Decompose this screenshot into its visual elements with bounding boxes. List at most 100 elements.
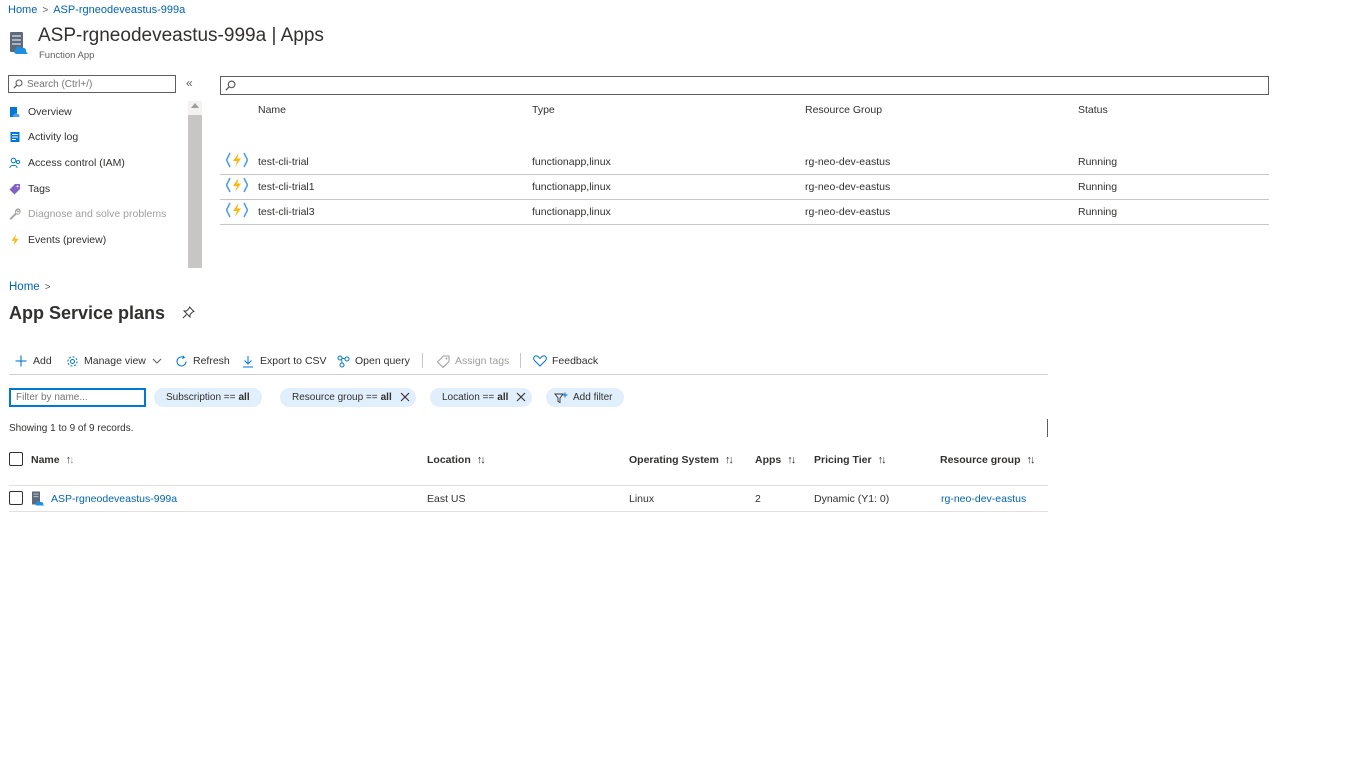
app-status: Running [1078, 181, 1118, 193]
asp-name-link[interactable]: ASP-rgneodeveastus-999a [51, 493, 177, 505]
pill-value: all [380, 392, 392, 403]
scroll-up-icon[interactable] [191, 103, 199, 108]
column-label: Location [427, 454, 471, 466]
open-query-button[interactable]: Open query [336, 352, 410, 370]
pin-icon[interactable] [182, 306, 195, 324]
asp-col-name[interactable]: Name ↑↓ [31, 454, 75, 466]
asp-col-apps[interactable]: Apps ↑↓ [755, 454, 796, 466]
breadcrumb-home-link[interactable]: Home [9, 281, 40, 293]
close-icon[interactable] [400, 390, 410, 405]
sidebar-item-events[interactable]: Events (preview) [8, 230, 106, 250]
feedback-button[interactable]: Feedback [533, 352, 598, 370]
breadcrumb-home-link[interactable]: Home [8, 4, 37, 16]
asp-apps-count: 2 [755, 493, 761, 505]
download-icon [241, 354, 255, 368]
sidebar-item-activity-log[interactable]: Activity log [8, 127, 78, 147]
filter-pill-subscription[interactable]: Subscription == all [154, 388, 262, 407]
filter-by-name-input[interactable] [16, 392, 138, 403]
column-label: Name [31, 454, 60, 466]
asp-pricing-tier: Dynamic (Y1: 0) [814, 493, 890, 505]
manage-view-label: Manage view [84, 355, 146, 367]
asp-os: Linux [629, 493, 655, 505]
column-label: Resource group [940, 454, 1021, 466]
app-resource-group: rg-neo-dev-eastus [805, 206, 891, 218]
app-type: functionapp,linux [532, 206, 611, 218]
sidebar-item-diagnose[interactable]: Diagnose and solve problems [8, 204, 166, 224]
app-name[interactable]: test-cli-trial1 [258, 181, 315, 193]
table-row[interactable]: test-cli-trial1 functionapp,linux rg-neo… [220, 175, 1269, 200]
apps-col-type[interactable]: Type [532, 104, 555, 116]
breadcrumb-bottom: Home > [9, 281, 56, 293]
function-app-icon [225, 202, 249, 223]
app-service-plan-icon [31, 491, 45, 511]
sort-icon: ↑↓ [1026, 454, 1036, 466]
collapse-sidebar-button[interactable]: « [186, 76, 193, 90]
refresh-label: Refresh [193, 355, 230, 367]
select-all-checkbox[interactable] [9, 452, 23, 466]
manage-view-button[interactable]: Manage view [65, 352, 162, 370]
export-csv-label: Export to CSV [260, 355, 327, 367]
close-icon[interactable] [516, 390, 526, 405]
resource-name: ASP-rgneodeveastus-999a [38, 25, 267, 46]
table-row[interactable]: test-cli-trial3 functionapp,linux rg-neo… [220, 200, 1269, 225]
app-name[interactable]: test-cli-trial3 [258, 206, 315, 218]
sidebar-item-label: Access control (IAM) [28, 157, 125, 169]
table-row[interactable]: test-cli-trial functionapp,linux rg-neo-… [220, 150, 1269, 175]
breadcrumb-top: Home > ASP-rgneodeveastus-999a [8, 4, 185, 16]
apps-col-status[interactable]: Status [1078, 104, 1108, 116]
sidebar-item-label: Events (preview) [28, 234, 107, 246]
asp-location: East US [427, 493, 466, 505]
sidebar-item-tags[interactable]: Tags [8, 179, 50, 199]
tag-icon [8, 182, 22, 196]
sidebar-search-input[interactable] [27, 78, 167, 90]
asp-col-os[interactable]: Operating System ↑↓ [629, 454, 734, 466]
filter-pill-location[interactable]: Location == all [430, 388, 533, 407]
toolbar-underline [9, 374, 1048, 375]
asp-col-resource-group[interactable]: Resource group ↑↓ [940, 454, 1036, 466]
page-title: ASP-rgneodeveastus-999a | Apps [38, 25, 324, 47]
assign-tags-button[interactable]: Assign tags [436, 352, 509, 370]
add-button[interactable]: Add [14, 352, 52, 370]
app-type: functionapp,linux [532, 181, 611, 193]
row-checkbox[interactable] [9, 491, 23, 505]
apps-filter-input[interactable] [240, 80, 1240, 91]
gear-icon [65, 354, 79, 368]
plus-icon [14, 354, 28, 368]
filter-by-name-box[interactable] [9, 388, 146, 407]
asp-col-pricing-tier[interactable]: Pricing Tier ↑↓ [814, 454, 887, 466]
search-icon [225, 80, 236, 91]
blade-section: Apps [280, 25, 324, 46]
toolbar-divider [422, 353, 423, 368]
breadcrumb-chevron-icon: > [42, 5, 49, 16]
row-divider [9, 511, 1048, 512]
sort-icon: ↑↓ [724, 454, 734, 466]
sidebar-scrollbar[interactable] [188, 101, 202, 268]
sidebar-item-label: Overview [28, 106, 72, 118]
breadcrumb-current-link[interactable]: ASP-rgneodeveastus-999a [53, 4, 185, 16]
app-type: functionapp,linux [532, 156, 611, 168]
sidebar-search-box[interactable] [8, 75, 176, 93]
sidebar-item-label: Diagnose and solve problems [28, 208, 167, 220]
query-icon [336, 354, 350, 368]
asp-col-location[interactable]: Location ↑↓ [427, 454, 486, 466]
heart-icon [533, 354, 547, 368]
export-csv-button[interactable]: Export to CSV [241, 352, 327, 370]
search-icon [13, 79, 23, 89]
sort-icon: ↑↓ [65, 454, 75, 466]
table-row[interactable]: ASP-rgneodeveastus-999a East US Linux 2 … [9, 486, 1048, 511]
apps-col-resource-group[interactable]: Resource Group [805, 104, 882, 116]
app-name[interactable]: test-cli-trial [258, 156, 309, 168]
sidebar-item-overview[interactable]: Overview [8, 102, 72, 122]
refresh-button[interactable]: Refresh [174, 352, 230, 370]
sidebar-item-access-control[interactable]: Access control (IAM) [8, 153, 125, 173]
asp-resource-group-link[interactable]: rg-neo-dev-eastus [941, 493, 1026, 505]
add-filter-button[interactable]: Add filter [546, 388, 625, 407]
app-resource-group: rg-neo-dev-eastus [805, 181, 891, 193]
apps-col-name[interactable]: Name [258, 104, 286, 116]
app-status: Running [1078, 156, 1118, 168]
overview-icon [8, 105, 22, 119]
filter-pill-resource-group[interactable]: Resource group == all [280, 388, 416, 407]
toolbar-divider [520, 353, 521, 368]
scrollbar-thumb[interactable] [188, 115, 202, 268]
apps-filter-box[interactable] [220, 76, 1269, 95]
